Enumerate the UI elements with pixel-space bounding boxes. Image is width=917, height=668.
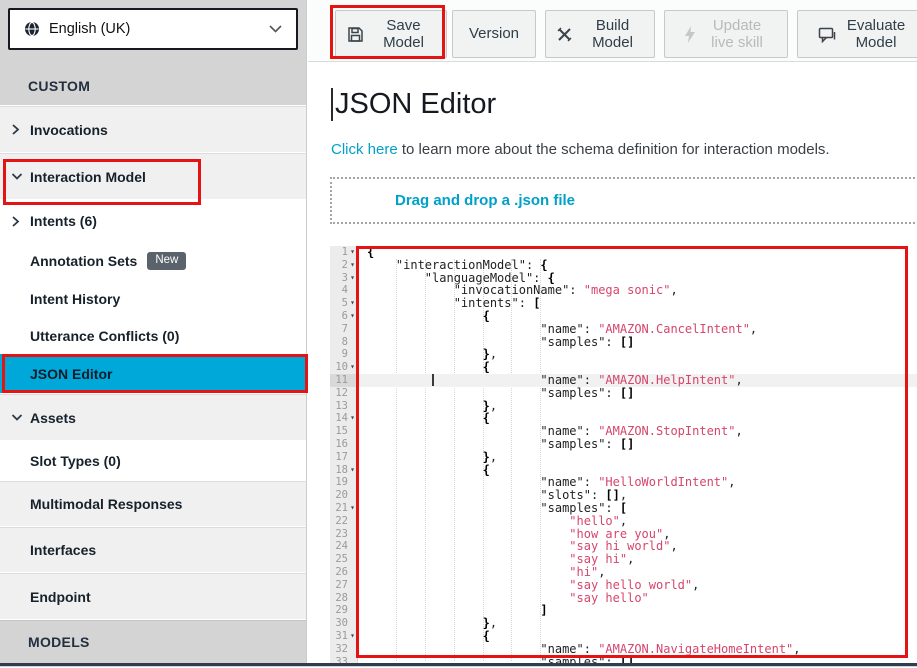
- line-number: 24: [330, 540, 357, 553]
- line-number: 8: [330, 336, 357, 349]
- line-number[interactable]: 21▾: [330, 502, 357, 515]
- line-number: 29: [330, 604, 357, 617]
- new-badge: New: [147, 252, 186, 270]
- code-line[interactable]: "samples": []: [359, 438, 917, 451]
- line-number: 7: [330, 323, 357, 336]
- line-number: 28: [330, 592, 357, 605]
- evaluate-model-button[interactable]: Evaluate Model: [797, 10, 917, 58]
- code-line[interactable]: },: [359, 451, 917, 464]
- editor-gutter[interactable]: 1▾2▾3▾45▾6▾78910▾11121314▾15161718▾19202…: [330, 246, 358, 667]
- line-number: 27: [330, 579, 357, 592]
- line-number: 32: [330, 643, 357, 656]
- sidebar-item-utterance-conflicts[interactable]: Utterance Conflicts (0): [0, 317, 306, 354]
- page-title: JSON Editor: [331, 88, 496, 121]
- sidebar-item-annotation-sets[interactable]: Annotation Sets New: [0, 242, 306, 280]
- main-area: Save Model Version Build Model Update li…: [308, 0, 917, 667]
- code-line[interactable]: "name": "AMAZON.NavigateHomeIntent",: [359, 643, 917, 656]
- sidebar-item-interaction-model[interactable]: Interaction Model: [0, 153, 306, 199]
- code-line[interactable]: "name": "AMAZON.CancelIntent",: [359, 323, 917, 336]
- lightning-icon: [683, 26, 697, 43]
- line-number: 20: [330, 489, 357, 502]
- custom-section-header: CUSTOM: [28, 78, 90, 94]
- build-icon: [556, 26, 573, 43]
- sidebar-item-intents[interactable]: Intents (6): [0, 200, 306, 242]
- chevron-right-icon: [11, 124, 23, 136]
- line-number: 26: [330, 566, 357, 579]
- line-number: 13: [330, 400, 357, 413]
- chat-icon: [818, 26, 836, 43]
- schema-description: Click here to learn more about the schem…: [331, 141, 830, 158]
- line-number[interactable]: 3▾: [330, 272, 357, 285]
- line-number[interactable]: 31▾: [330, 630, 357, 643]
- line-number: 22: [330, 515, 357, 528]
- sidebar-item-slot-types[interactable]: Slot Types (0): [0, 441, 306, 480]
- code-line[interactable]: "say hi",: [359, 553, 917, 566]
- chevron-down-icon: [11, 412, 23, 424]
- version-button[interactable]: Version: [452, 10, 536, 58]
- line-number: 17: [330, 451, 357, 464]
- json-dropzone[interactable]: Drag and drop a .json file: [330, 177, 917, 224]
- code-line[interactable]: "samples": []: [359, 387, 917, 400]
- line-number: 11: [330, 374, 357, 387]
- update-live-skill-button[interactable]: Update live skill: [664, 10, 788, 58]
- sidebar-item-invocations[interactable]: Invocations: [0, 106, 306, 152]
- line-number: 25: [330, 553, 357, 566]
- dropzone-label: Drag and drop a .json file: [395, 192, 575, 209]
- editor-caret: [432, 374, 434, 386]
- line-number: 9: [330, 348, 357, 361]
- line-number: 23: [330, 528, 357, 541]
- text-cursor: [331, 88, 333, 121]
- json-code-editor[interactable]: 1▾2▾3▾45▾6▾78910▾11121314▾15161718▾19202…: [330, 246, 917, 667]
- sidebar-item-json-editor[interactable]: JSON Editor: [0, 354, 306, 393]
- line-number[interactable]: 6▾: [330, 310, 357, 323]
- toolbar: Save Model Version Build Model Update li…: [308, 0, 917, 62]
- code-line[interactable]: "samples": [: [359, 502, 917, 515]
- sidebar-item-intent-history[interactable]: Intent History: [0, 280, 306, 317]
- language-label: English (UK): [49, 21, 130, 37]
- line-number[interactable]: 2▾: [330, 259, 357, 272]
- sidebar-item-endpoint[interactable]: Endpoint: [0, 573, 306, 619]
- save-icon: [347, 26, 364, 43]
- line-number: 15: [330, 425, 357, 438]
- language-strip: English (UK) CUSTOM: [0, 0, 306, 105]
- line-number: 12: [330, 387, 357, 400]
- sidebar-item-multimodal-responses[interactable]: Multimodal Responses: [0, 481, 306, 526]
- chevron-down-icon: [11, 171, 23, 183]
- build-model-button[interactable]: Build Model: [545, 10, 655, 58]
- line-number: 19: [330, 476, 357, 489]
- line-number[interactable]: 5▾: [330, 297, 357, 310]
- chevron-down-icon: [269, 25, 282, 33]
- line-number[interactable]: 10▾: [330, 361, 357, 374]
- line-number[interactable]: 18▾: [330, 464, 357, 477]
- language-selector[interactable]: English (UK): [8, 8, 298, 50]
- code-line[interactable]: },: [359, 617, 917, 630]
- line-number[interactable]: 14▾: [330, 412, 357, 425]
- chevron-right-icon: [11, 215, 23, 227]
- sidebar-item-assets[interactable]: Assets: [0, 394, 306, 440]
- models-section: MODELS: [0, 620, 306, 663]
- line-number[interactable]: 1▾: [330, 246, 357, 259]
- code-line[interactable]: "name": "AMAZON.HelpIntent",: [359, 374, 917, 387]
- sidebar-item-interfaces[interactable]: Interfaces: [0, 527, 306, 572]
- save-model-button[interactable]: Save Model: [335, 10, 447, 58]
- line-number: 30: [330, 617, 357, 630]
- line-number: 4: [330, 284, 357, 297]
- models-section-header: MODELS: [28, 634, 90, 650]
- globe-icon: [24, 21, 40, 37]
- click-here-link[interactable]: Click here: [331, 141, 398, 158]
- sidebar: English (UK) CUSTOM Invocations Interact…: [0, 0, 307, 667]
- line-number: 16: [330, 438, 357, 451]
- editor-code[interactable]: { "interactionModel": { "languageModel":…: [359, 246, 917, 667]
